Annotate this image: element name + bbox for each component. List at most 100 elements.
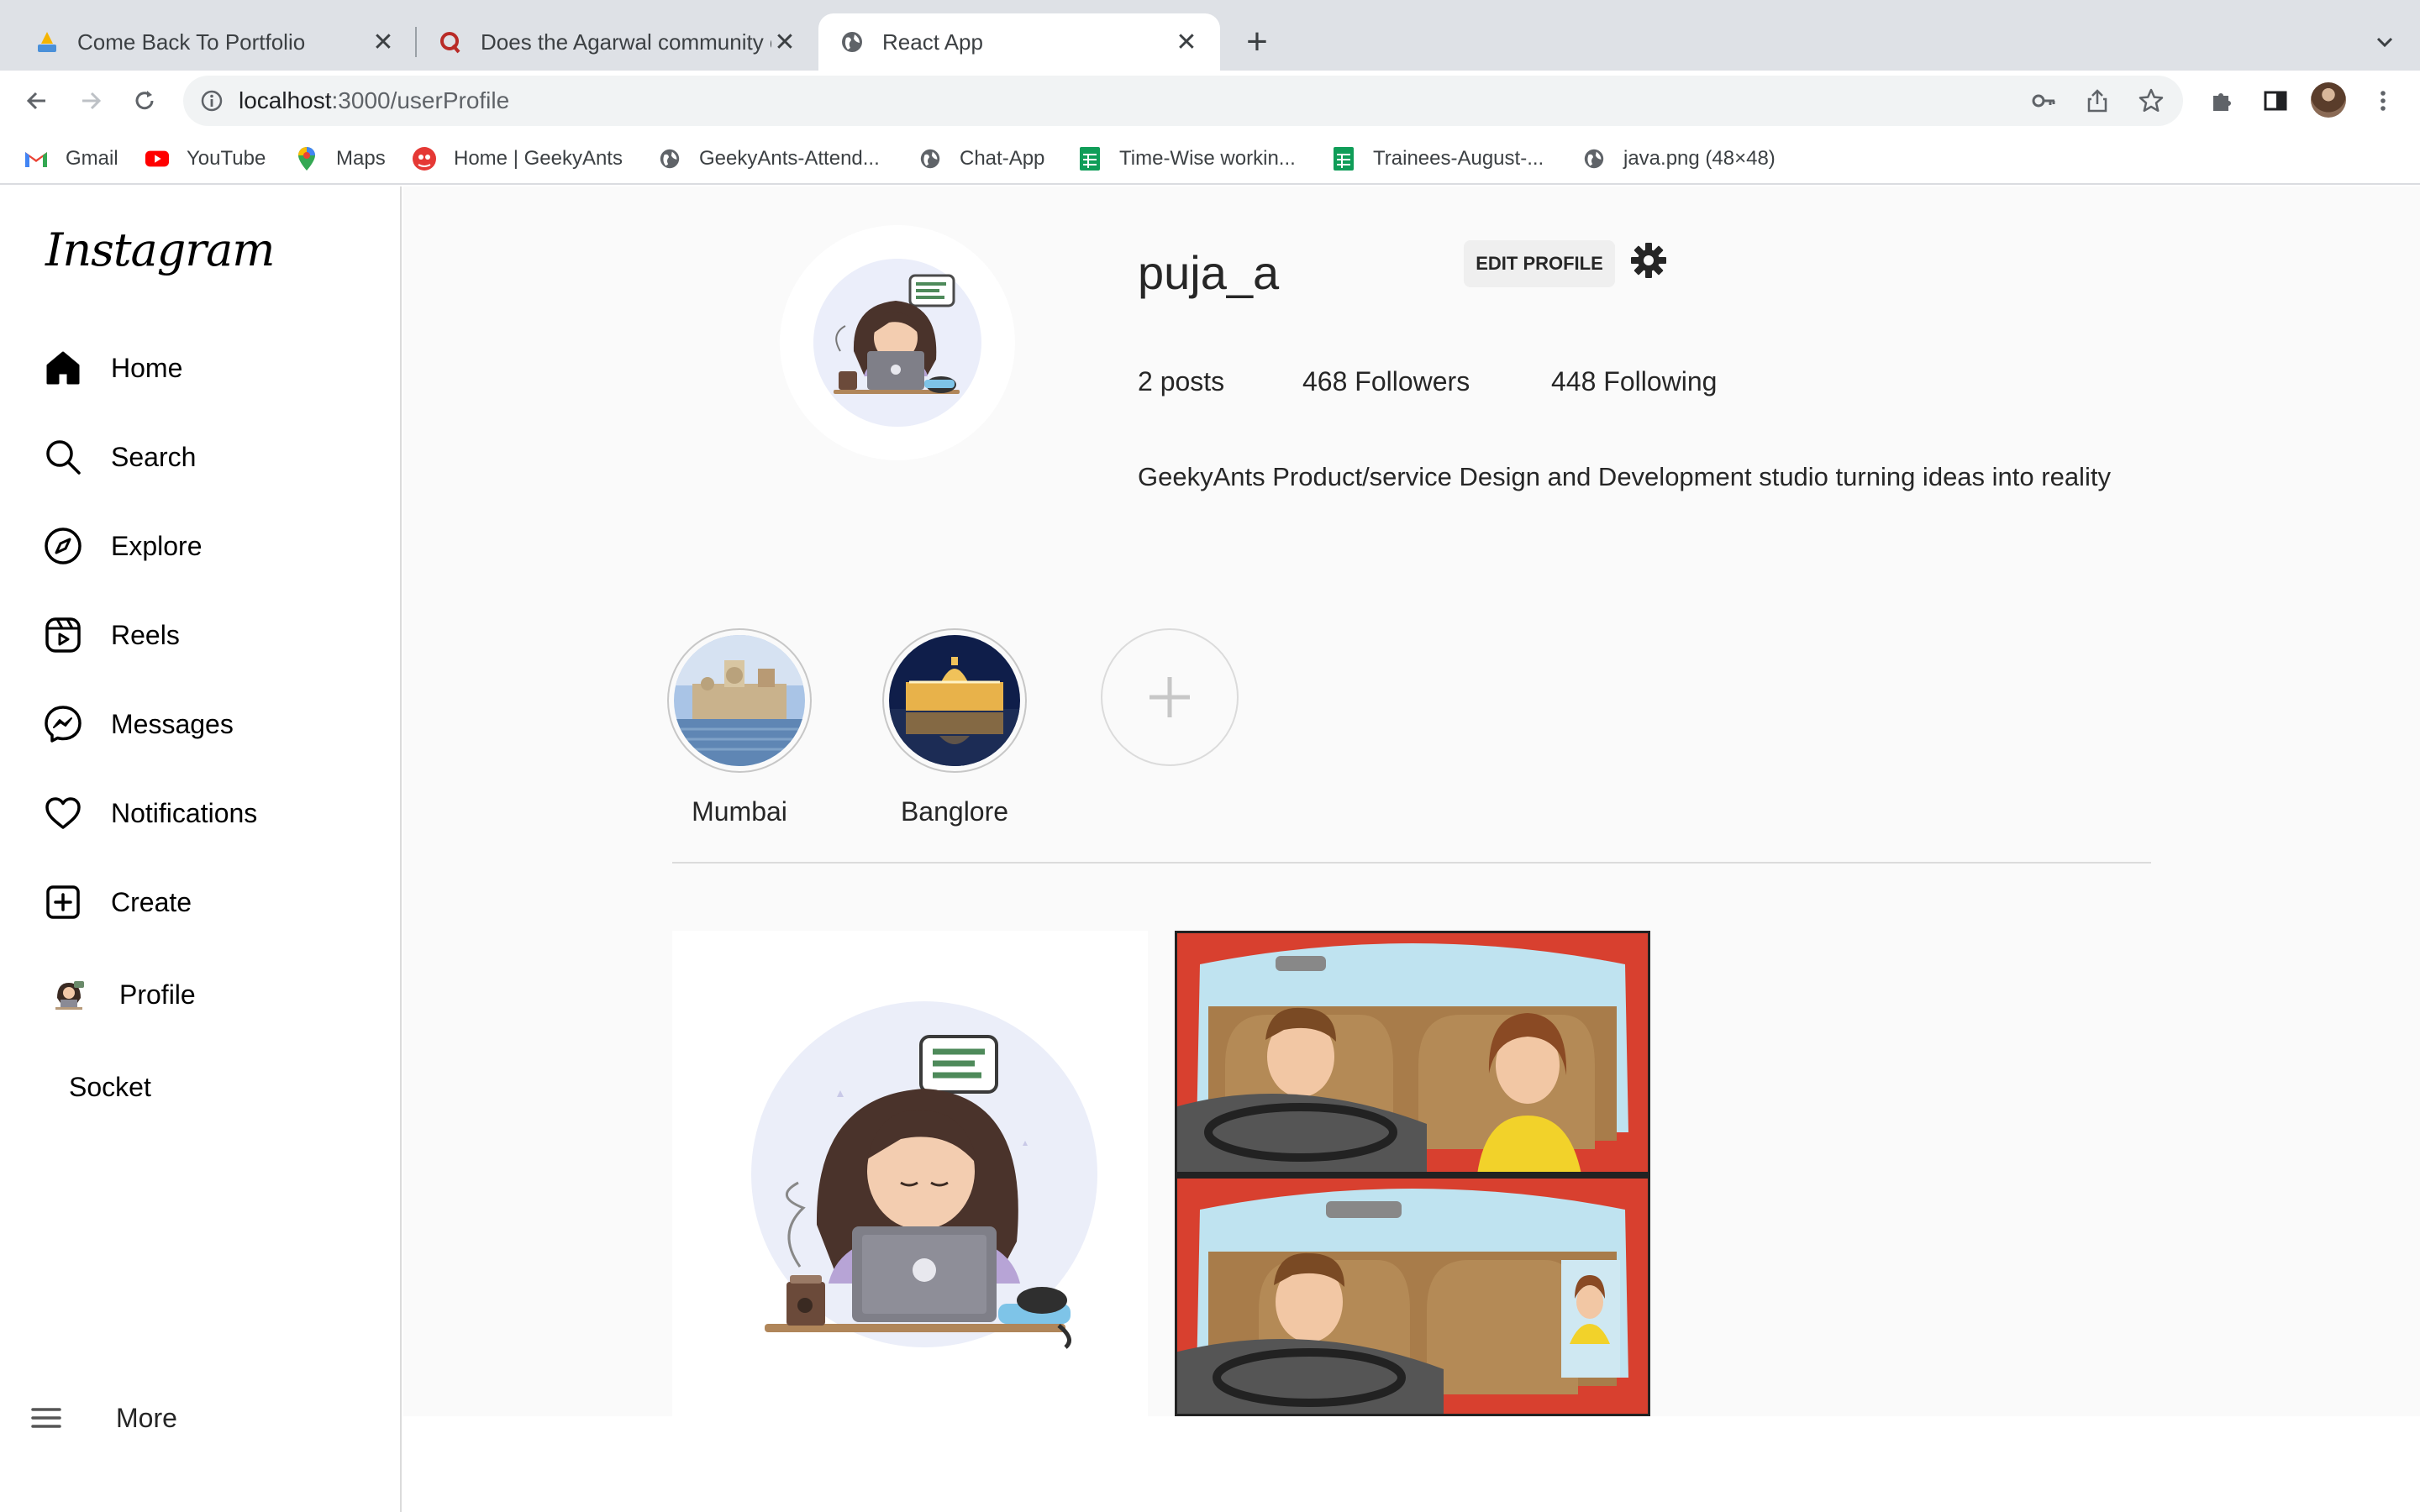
quora-icon — [437, 29, 464, 55]
plus-icon — [1101, 628, 1239, 766]
bookmark-gmail[interactable]: Gmail — [24, 143, 118, 175]
home-icon — [42, 347, 84, 389]
bookmark-youtube[interactable]: YouTube — [145, 143, 266, 175]
profile-bio: GeekyAnts Product/service Design and Dev… — [1138, 462, 2111, 491]
bookmark-label: Chat-App — [960, 147, 1045, 170]
highlight-image-banglore — [889, 635, 1020, 766]
browser-tab-portfolio[interactable]: Come Back To Portfolio ✕ — [13, 13, 417, 71]
bookmark-time-wise[interactable]: Time-Wise workin... — [1077, 143, 1296, 175]
edit-profile-button[interactable]: EDIT PROFILE — [1464, 240, 1615, 287]
sidebar-item-label: Notifications — [111, 797, 258, 828]
portfolio-icon — [34, 29, 60, 55]
browser-profile-avatar[interactable] — [2311, 82, 2346, 118]
bookmark-maps[interactable]: Maps — [294, 143, 386, 175]
globe-icon — [839, 29, 865, 55]
heart-icon — [42, 792, 84, 834]
posts-count[interactable]: 2 posts — [1138, 366, 1224, 397]
url-text: localhost:3000/userProfile — [239, 87, 509, 114]
url-path: :3000/userProfile — [331, 87, 510, 113]
new-tab-button[interactable]: + — [1234, 18, 1281, 66]
sidebar-item-label: Create — [111, 886, 192, 917]
post-girl-laptop-illustration[interactable] — [672, 931, 1148, 1416]
sidebar-item-messages[interactable]: Messages — [42, 699, 234, 749]
browser-tab-quora[interactable]: Does the Agarwal community c ✕ — [417, 13, 818, 71]
sidebar-item-create[interactable]: Create — [42, 877, 192, 927]
bookmarks-bar: Gmail YouTube Maps Home | GeekyAnts Geek… — [0, 133, 2420, 185]
url-host: localhost — [239, 87, 332, 113]
bookmark-label: Trainees-August-... — [1373, 147, 1544, 170]
sidebar: Instagram Home Search Explore Reels Mess… — [0, 186, 402, 1512]
back-icon[interactable] — [13, 77, 60, 124]
kebab-menu-icon[interactable] — [2365, 82, 2402, 119]
sidebar-item-label: Explore — [111, 530, 203, 561]
browser-tab-react-app[interactable]: React App ✕ — [818, 13, 1220, 71]
sidebar-item-more[interactable]: More — [25, 1393, 177, 1443]
instagram-app: Instagram Home Search Explore Reels Mess… — [0, 186, 2420, 1512]
avatar — [50, 976, 87, 1013]
bookmark-geekyants-attendance[interactable]: GeekyAnts-Attend... — [657, 143, 880, 175]
extensions-icon[interactable] — [2203, 82, 2240, 119]
bookmark-label: GeekyAnts-Attend... — [699, 147, 880, 170]
browser-tab-strip: Come Back To Portfolio ✕ Does the Agarwa… — [0, 0, 2420, 77]
tab-title: Does the Agarwal community c — [481, 29, 771, 55]
sheets-icon — [1077, 146, 1102, 171]
address-bar[interactable]: localhost:3000/userProfile — [183, 76, 2183, 126]
chevron-down-icon[interactable] — [2361, 18, 2408, 66]
sidebar-item-notifications[interactable]: Notifications — [42, 788, 257, 838]
site-info-icon[interactable] — [198, 87, 225, 114]
bookmark-label: Home | GeekyAnts — [454, 147, 623, 170]
profile-divider — [672, 862, 2151, 864]
globe-icon — [918, 146, 943, 171]
maps-icon — [294, 146, 319, 171]
forward-icon[interactable] — [67, 77, 114, 124]
key-icon[interactable] — [2028, 86, 2059, 116]
highlight-label: Mumbai — [692, 796, 787, 827]
highlight-banglore[interactable]: Banglore — [882, 628, 1027, 827]
bookmark-label: Gmail — [66, 147, 118, 170]
close-tab-icon[interactable]: ✕ — [1173, 29, 1200, 56]
bookmark-chat-app[interactable]: Chat-App — [918, 143, 1044, 175]
tab-title: React App — [882, 29, 983, 55]
share-icon[interactable] — [2082, 86, 2112, 116]
highlight-ring — [667, 628, 812, 773]
sidebar-item-socket[interactable]: Socket — [69, 1062, 151, 1112]
sidebar-item-home[interactable]: Home — [42, 343, 182, 393]
highlight-mumbai[interactable]: Mumbai — [667, 628, 812, 827]
following-count[interactable]: 448 Following — [1551, 366, 1717, 397]
side-panel-icon[interactable] — [2257, 82, 2294, 119]
globe-icon — [1581, 146, 1607, 171]
browser-toolbar: localhost:3000/userProfile — [0, 71, 2420, 131]
close-tab-icon[interactable]: ✕ — [771, 29, 798, 56]
bookmark-java-png[interactable]: java.png (48×48) — [1581, 143, 1776, 175]
add-highlight-button[interactable] — [1101, 628, 1245, 766]
sidebar-item-label: Search — [111, 441, 197, 472]
bookmark-label: Time-Wise workin... — [1119, 147, 1296, 170]
hamburger-menu-icon — [25, 1397, 67, 1439]
reload-icon[interactable] — [121, 77, 168, 124]
highlight-label: Banglore — [900, 796, 1009, 827]
sidebar-item-reels[interactable]: Reels — [42, 610, 180, 660]
bookmark-geekyants[interactable]: Home | GeekyAnts — [412, 143, 623, 175]
sidebar-item-search[interactable]: Search — [42, 432, 196, 482]
close-tab-icon[interactable]: ✕ — [370, 29, 397, 56]
compass-icon — [42, 525, 84, 567]
followers-count[interactable]: 468 Followers — [1302, 366, 1470, 397]
messenger-icon — [42, 703, 84, 745]
reels-icon — [42, 614, 84, 656]
search-icon — [42, 436, 84, 478]
plus-square-icon — [42, 881, 84, 923]
sidebar-item-label: More — [116, 1402, 177, 1433]
highlight-image-mumbai — [674, 635, 805, 766]
sidebar-item-profile[interactable]: Profile — [50, 969, 196, 1020]
profile-main: puja_a EDIT PROFILE 2 posts 468 Follower… — [403, 186, 2420, 1416]
sidebar-item-explore[interactable]: Explore — [42, 521, 203, 571]
star-icon[interactable] — [2136, 86, 2166, 116]
profile-avatar[interactable] — [780, 225, 1015, 460]
geekyants-icon — [412, 146, 437, 171]
post-car-comic-illustration[interactable] — [1175, 931, 1650, 1416]
sidebar-item-label: Socket — [69, 1071, 151, 1102]
instagram-logo[interactable]: Instagram — [45, 223, 275, 276]
youtube-icon — [145, 146, 170, 171]
gear-icon[interactable] — [1628, 240, 1669, 281]
bookmark-trainees[interactable]: Trainees-August-... — [1331, 143, 1544, 175]
